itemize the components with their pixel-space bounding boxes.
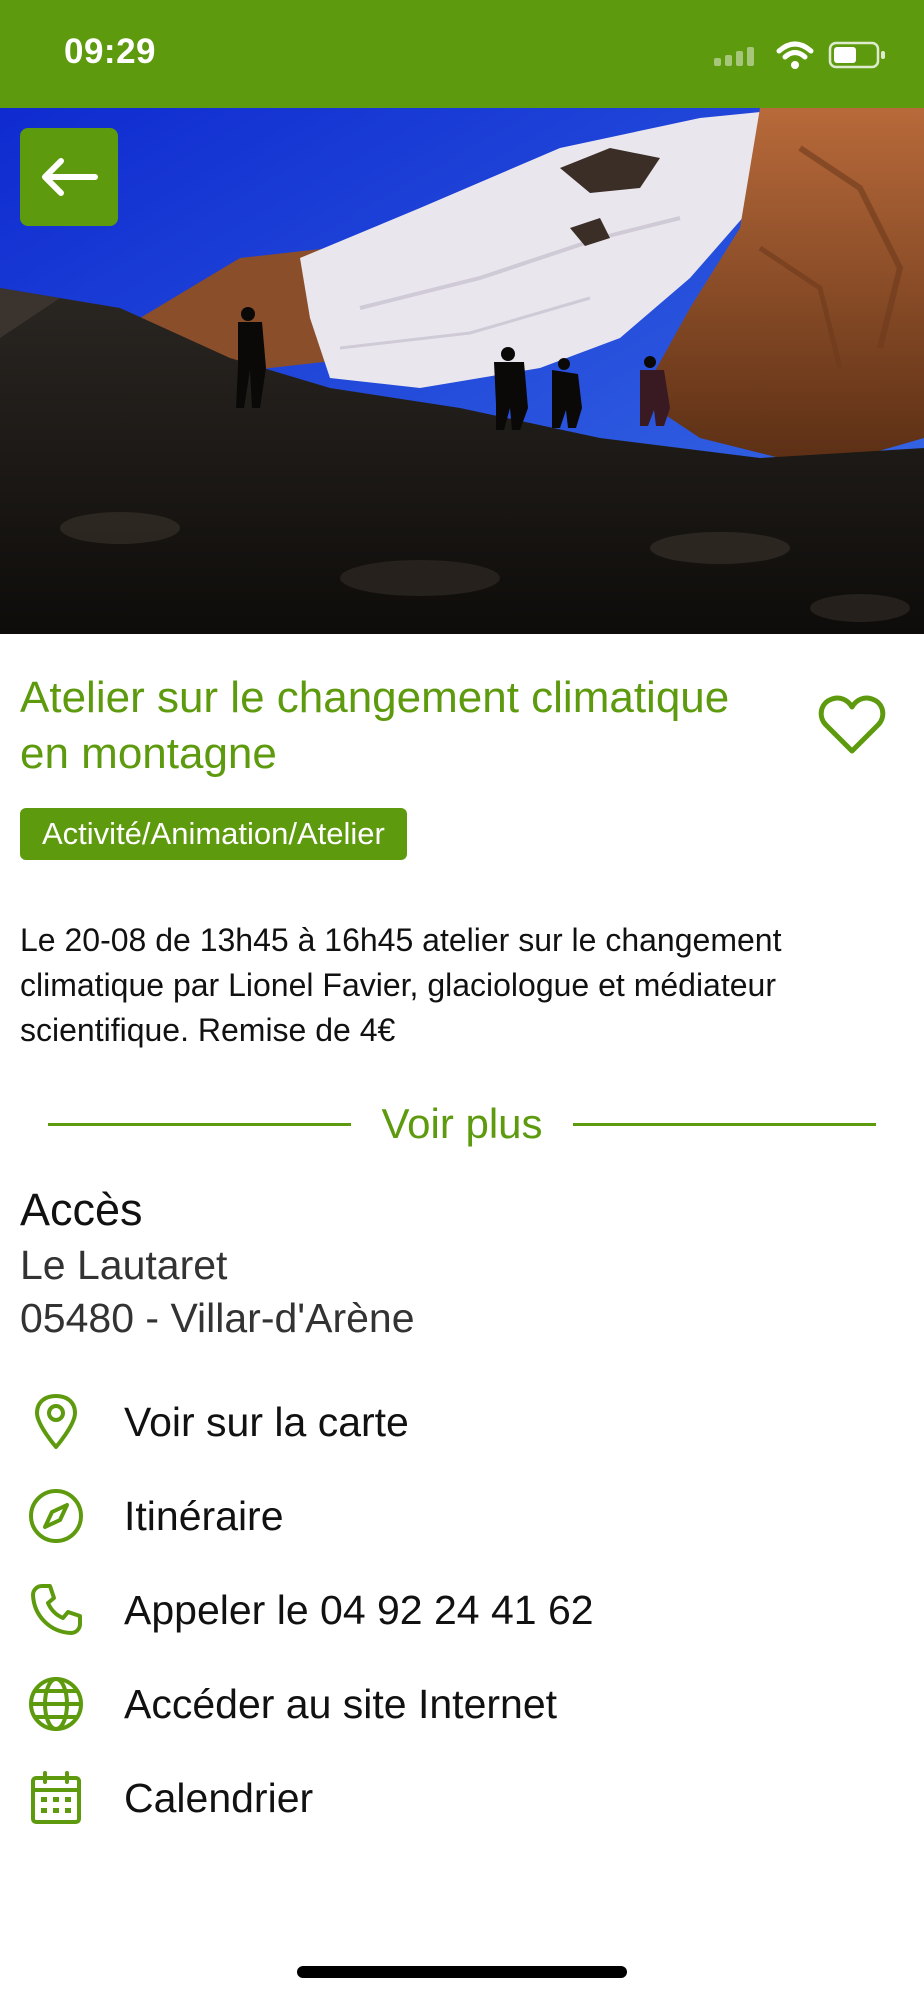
category-badge: Activité/Animation/Atelier [20, 808, 407, 860]
action-calendar[interactable]: Calendrier [20, 1762, 900, 1834]
status-time: 09:29 [64, 32, 157, 71]
status-icons [714, 38, 886, 72]
access-place: Le Lautaret [20, 1242, 228, 1288]
status-bar: 09:29 [0, 0, 924, 108]
event-description: Le 20-08 de 13h45 à 16h45 atelier sur le… [20, 922, 782, 1048]
access-address: 05480 - Villar-d'Arène [20, 1295, 415, 1341]
map-pin-icon [20, 1386, 92, 1458]
voir-plus-button[interactable]: Voir plus [351, 1100, 572, 1148]
divider-left [48, 1122, 352, 1126]
divider-right [572, 1122, 876, 1126]
home-indicator[interactable] [297, 1966, 627, 1978]
back-button[interactable] [20, 128, 118, 226]
glacier-photo [0, 108, 924, 634]
action-label: Accéder au site Internet [124, 1680, 558, 1727]
action-label: Voir sur la carte [124, 1398, 409, 1445]
wifi-icon [776, 41, 814, 69]
action-label: Itinéraire [124, 1492, 284, 1539]
cellular-signal-icon [714, 47, 754, 66]
action-label: Appeler le 04 92 24 41 62 [124, 1586, 594, 1633]
event-title: Atelier sur le changement climatique en … [20, 673, 730, 778]
battery-icon [828, 41, 885, 69]
voir-plus-row: Voir plus [48, 1092, 876, 1156]
access-title: Accès [20, 1184, 143, 1235]
hero-image [0, 108, 924, 634]
heart-outline-icon [818, 695, 886, 754]
globe-icon [20, 1668, 92, 1740]
compass-icon [20, 1480, 92, 1552]
action-website[interactable]: Accéder au site Internet [20, 1668, 900, 1740]
action-label: Calendrier [124, 1774, 314, 1821]
calendar-icon [20, 1762, 92, 1834]
favorite-button[interactable] [818, 693, 886, 757]
arrow-left-icon [42, 158, 98, 196]
action-map[interactable]: Voir sur la carte [20, 1386, 900, 1458]
action-call[interactable]: Appeler le 04 92 24 41 62 [20, 1574, 900, 1646]
action-itinerary[interactable]: Itinéraire [20, 1480, 900, 1552]
phone-icon [20, 1574, 92, 1646]
